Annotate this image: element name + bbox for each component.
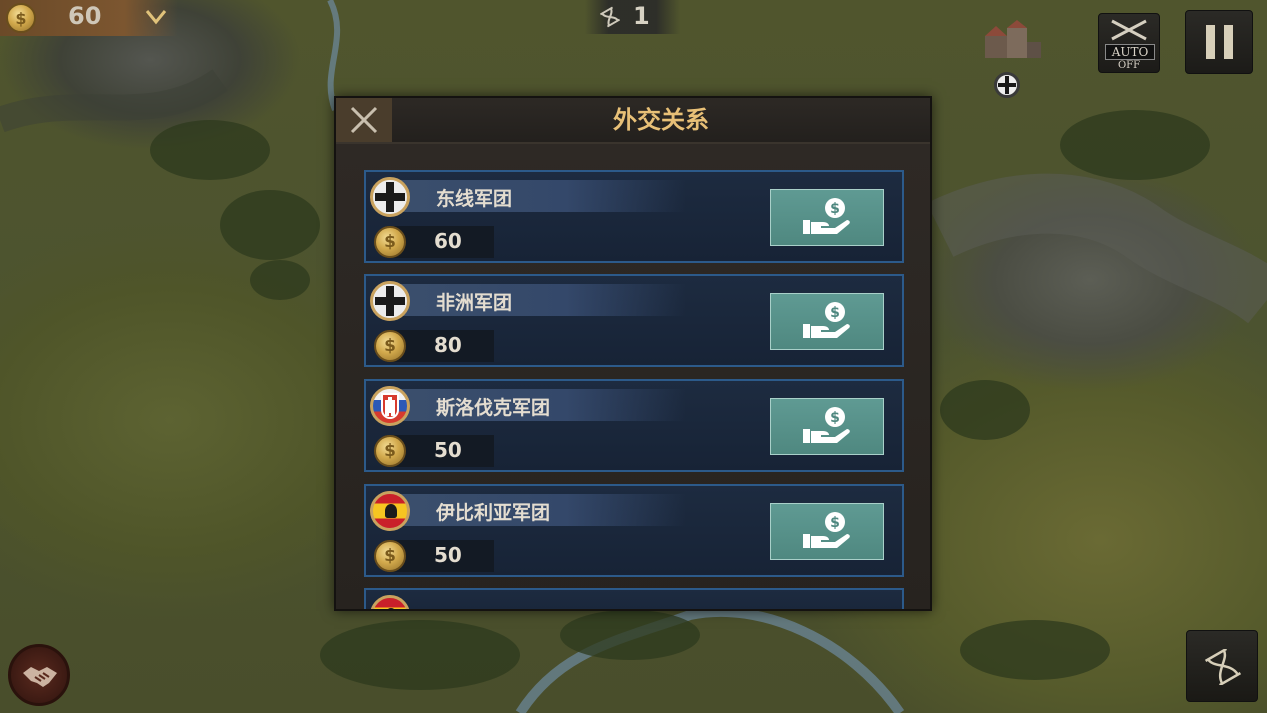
bribe-button[interactable]: $	[770, 189, 884, 246]
faction-name: 非洲军团	[436, 292, 513, 314]
auto-state: OFF	[1117, 60, 1141, 71]
faction-card: 斯洛伐克军团 $ 50 $	[364, 379, 904, 472]
forest	[960, 620, 1110, 680]
gold-coin-icon: $	[374, 226, 406, 258]
dialog-header: 外交关系	[336, 98, 930, 144]
gold-counter[interactable]: $ 60	[0, 0, 178, 36]
faction-cost: 50	[434, 438, 462, 462]
hourglass-icon	[1205, 649, 1241, 685]
forest	[560, 610, 700, 660]
diplomacy-dialog: 外交关系 东线军团 $ 60 $ 非洲军团 $ 80 $ 斯洛伐克军团 $ 50…	[334, 96, 932, 611]
name-strip	[386, 180, 686, 212]
diplomacy-button[interactable]	[8, 644, 70, 706]
auto-label: AUTO	[1105, 44, 1155, 60]
forest	[940, 380, 1030, 440]
money-hand-icon: $	[803, 407, 850, 443]
forest	[150, 120, 270, 180]
pause-icon	[1224, 25, 1233, 59]
iron-cross-flag-icon	[370, 281, 410, 321]
faction-name: 东线军团	[436, 188, 513, 210]
bribe-button[interactable]: $	[770, 398, 884, 455]
faction-list[interactable]: 东线军团 $ 60 $ 非洲军团 $ 80 $ 斯洛伐克军团 $ 50 $ 伊比…	[336, 144, 930, 609]
close-button[interactable]	[336, 98, 392, 142]
dialog-title: 外交关系	[613, 106, 709, 134]
svg-text:$: $	[830, 515, 840, 531]
faction-card: 非洲军团 $ 80 $	[364, 274, 904, 367]
faction-cost: 50	[434, 543, 462, 567]
name-strip	[386, 284, 686, 316]
bribe-button[interactable]: $	[770, 503, 884, 560]
pause-icon	[1206, 25, 1215, 59]
gold-coin-icon: $	[374, 540, 406, 572]
end-turn-button[interactable]	[1186, 630, 1258, 702]
faction-name: 伊比利亚军团	[436, 502, 551, 524]
close-icon	[350, 106, 378, 134]
faction-name: 斯洛伐克军团	[436, 397, 551, 419]
forest	[220, 190, 320, 260]
forest	[1060, 110, 1210, 180]
bribe-button[interactable]: $	[770, 293, 884, 350]
turn-counter: 1	[585, 0, 680, 34]
handshake-icon	[23, 667, 57, 687]
svg-text:$: $	[830, 201, 840, 217]
forest	[320, 620, 520, 690]
money-hand-icon: $	[803, 512, 850, 548]
spanish-flag-icon	[370, 595, 410, 609]
crossed-rifles-icon	[1111, 19, 1147, 41]
slovak-flag-icon	[370, 386, 410, 426]
gold-coin-icon: $	[374, 435, 406, 467]
iron-cross-flag-icon	[370, 177, 410, 217]
auto-battle-button[interactable]: AUTO OFF	[1098, 13, 1160, 73]
gold-coin-icon: $	[6, 3, 36, 33]
faction-card: 东线军团 $ 60 $	[364, 170, 904, 263]
gold-coin-icon: $	[374, 330, 406, 362]
forest	[250, 260, 310, 300]
svg-text:$: $	[830, 305, 840, 321]
faction-cost: 60	[434, 229, 462, 253]
spanish-flag-icon	[370, 491, 410, 531]
city-icon[interactable]	[977, 18, 1047, 68]
hourglass-icon	[599, 6, 621, 28]
iron-cross-icon	[994, 72, 1020, 98]
chevron-down-icon[interactable]	[144, 6, 168, 28]
money-hand-icon: $	[803, 302, 850, 338]
faction-cost: 80	[434, 333, 462, 357]
svg-text:$: $	[830, 410, 840, 426]
gold-value: 60	[68, 2, 102, 30]
money-hand-icon: $	[803, 198, 850, 234]
pause-button[interactable]	[1185, 10, 1253, 74]
faction-card: 伊比利亚军团 $ 50 $	[364, 484, 904, 577]
turn-value: 1	[633, 2, 650, 30]
faction-card-partial	[364, 588, 904, 609]
